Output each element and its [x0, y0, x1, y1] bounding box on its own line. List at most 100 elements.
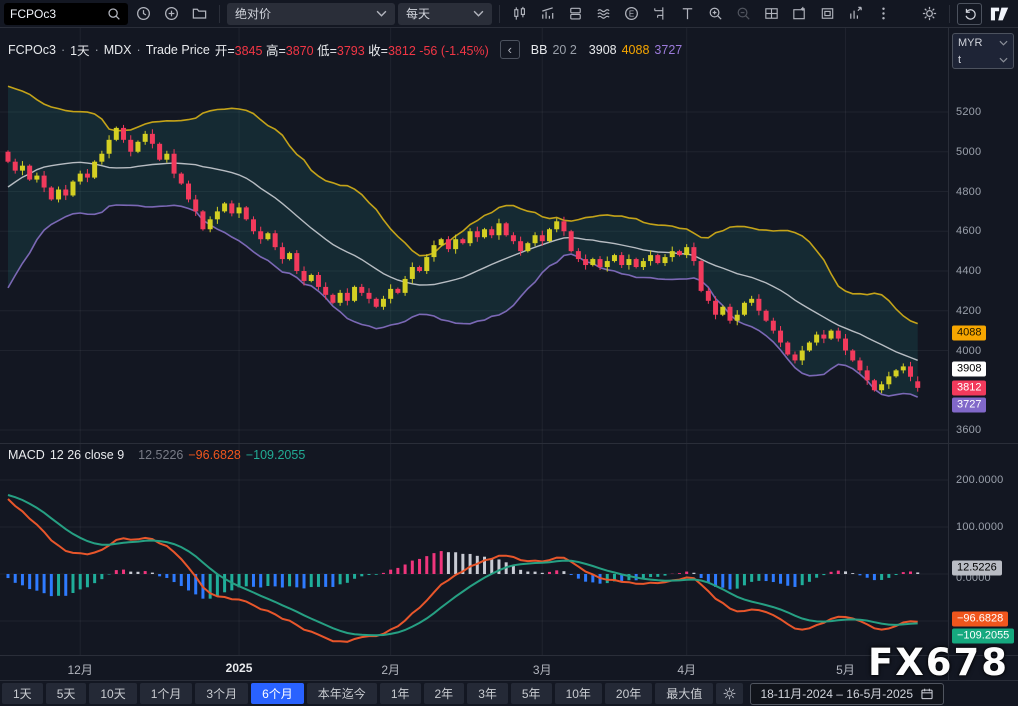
candle-body[interactable]: [121, 128, 126, 140]
candle-body[interactable]: [598, 259, 603, 267]
candle-body[interactable]: [720, 307, 725, 315]
legend-interval[interactable]: 1天: [70, 40, 89, 59]
candle-body[interactable]: [843, 339, 848, 351]
candle-body[interactable]: [345, 293, 350, 301]
candle-body[interactable]: [771, 321, 776, 331]
candle-body[interactable]: [814, 335, 819, 343]
candle-body[interactable]: [908, 366, 913, 376]
bb-legend-name[interactable]: BB: [531, 43, 548, 57]
candle-body[interactable]: [540, 235, 545, 241]
candle-body[interactable]: [323, 287, 328, 295]
candle-body[interactable]: [13, 162, 18, 171]
zoom-in-button[interactable]: [703, 3, 728, 25]
candle-body[interactable]: [576, 251, 581, 259]
range-button-最大值[interactable]: 最大值: [655, 683, 713, 704]
range-settings-button[interactable]: [716, 683, 743, 704]
candle-body[interactable]: [590, 259, 595, 265]
candle-body[interactable]: [280, 247, 285, 259]
range-button-20年[interactable]: 20年: [605, 683, 652, 704]
candle-body[interactable]: [42, 176, 47, 188]
candle-body[interactable]: [655, 255, 660, 263]
candle-body[interactable]: [49, 188, 54, 200]
candle-body[interactable]: [150, 134, 155, 144]
candle-body[interactable]: [778, 331, 783, 343]
candle-body[interactable]: [92, 162, 97, 178]
indicators-button[interactable]: [535, 3, 560, 25]
range-button-6个月[interactable]: 6个月: [251, 683, 304, 704]
price-and-macd-chart[interactable]: [0, 28, 948, 655]
candle-body[interactable]: [569, 231, 574, 251]
candle-body[interactable]: [200, 211, 205, 229]
candle-body[interactable]: [879, 384, 884, 390]
more-options-button[interactable]: [871, 3, 896, 25]
add-symbol-button[interactable]: [159, 3, 184, 25]
candle-body[interactable]: [446, 239, 451, 249]
candle-body[interactable]: [302, 271, 307, 281]
candle-body[interactable]: [547, 229, 552, 241]
chart-canvas-area[interactable]: FCPOc3 · 1天 · MDX · Trade Price 开=3845 高…: [0, 28, 948, 655]
candle-body[interactable]: [99, 154, 104, 162]
candle-body[interactable]: [229, 203, 234, 213]
object-tree-button[interactable]: [563, 3, 588, 25]
candle-body[interactable]: [533, 235, 538, 243]
candle-body[interactable]: [894, 370, 899, 376]
range-button-3个月[interactable]: 3个月: [195, 683, 248, 704]
table-view-button[interactable]: [759, 3, 784, 25]
candle-body[interactable]: [388, 289, 393, 299]
time-axis[interactable]: 12月20252月3月4月5月: [0, 655, 1018, 680]
candle-body[interactable]: [583, 259, 588, 265]
candle-body[interactable]: [410, 267, 415, 279]
candle-body[interactable]: [237, 207, 242, 213]
price-mode-dropdown[interactable]: 绝对价: [227, 3, 395, 25]
candle-body[interactable]: [554, 221, 559, 229]
range-button-5年[interactable]: 5年: [511, 683, 552, 704]
candle-body[interactable]: [648, 255, 653, 261]
currency-dropdown[interactable]: MYR: [953, 34, 1013, 51]
candle-body[interactable]: [359, 287, 364, 293]
candle-body[interactable]: [273, 233, 278, 247]
text-tool-button[interactable]: [675, 3, 700, 25]
candle-body[interactable]: [677, 251, 682, 255]
candle-body[interactable]: [172, 154, 177, 174]
candle-body[interactable]: [886, 376, 891, 384]
candle-body[interactable]: [785, 343, 790, 355]
macd-legend-name[interactable]: MACD: [8, 448, 45, 462]
candle-body[interactable]: [857, 360, 862, 370]
range-button-2年[interactable]: 2年: [424, 683, 465, 704]
candle-body[interactable]: [27, 166, 32, 180]
range-button-1个月[interactable]: 1个月: [140, 683, 193, 704]
multi-layout-button[interactable]: [787, 3, 812, 25]
candle-body[interactable]: [135, 142, 140, 152]
range-button-3年[interactable]: 3年: [467, 683, 508, 704]
candle-body[interactable]: [872, 380, 877, 390]
candle-body[interactable]: [107, 140, 112, 154]
candle-body[interactable]: [244, 207, 249, 219]
candle-body[interactable]: [6, 152, 11, 162]
candle-body[interactable]: [829, 331, 834, 339]
candle-body[interactable]: [663, 257, 668, 263]
economic-events-button[interactable]: E: [619, 3, 644, 25]
candle-body[interactable]: [128, 140, 133, 152]
candle-body[interactable]: [352, 287, 357, 301]
candle-body[interactable]: [367, 293, 372, 299]
candle-body[interactable]: [431, 245, 436, 257]
candle-body[interactable]: [193, 199, 198, 211]
zoom-out-button[interactable]: [731, 3, 756, 25]
candle-body[interactable]: [699, 261, 704, 291]
candle-body[interactable]: [634, 259, 639, 267]
candle-body[interactable]: [34, 176, 39, 180]
candle-body[interactable]: [208, 219, 213, 229]
candle-body[interactable]: [641, 261, 646, 267]
unit-dropdown[interactable]: t: [953, 51, 1013, 68]
candle-body[interactable]: [821, 335, 826, 339]
compare-button[interactable]: [591, 3, 616, 25]
candle-body[interactable]: [215, 211, 220, 219]
candle-body[interactable]: [605, 261, 610, 267]
range-button-10天[interactable]: 10天: [89, 683, 136, 704]
candle-body[interactable]: [792, 354, 797, 360]
candle-body[interactable]: [330, 295, 335, 303]
measure-button[interactable]: [647, 3, 672, 25]
candle-body[interactable]: [78, 174, 83, 182]
candle-body[interactable]: [749, 299, 754, 303]
candle-body[interactable]: [713, 301, 718, 315]
